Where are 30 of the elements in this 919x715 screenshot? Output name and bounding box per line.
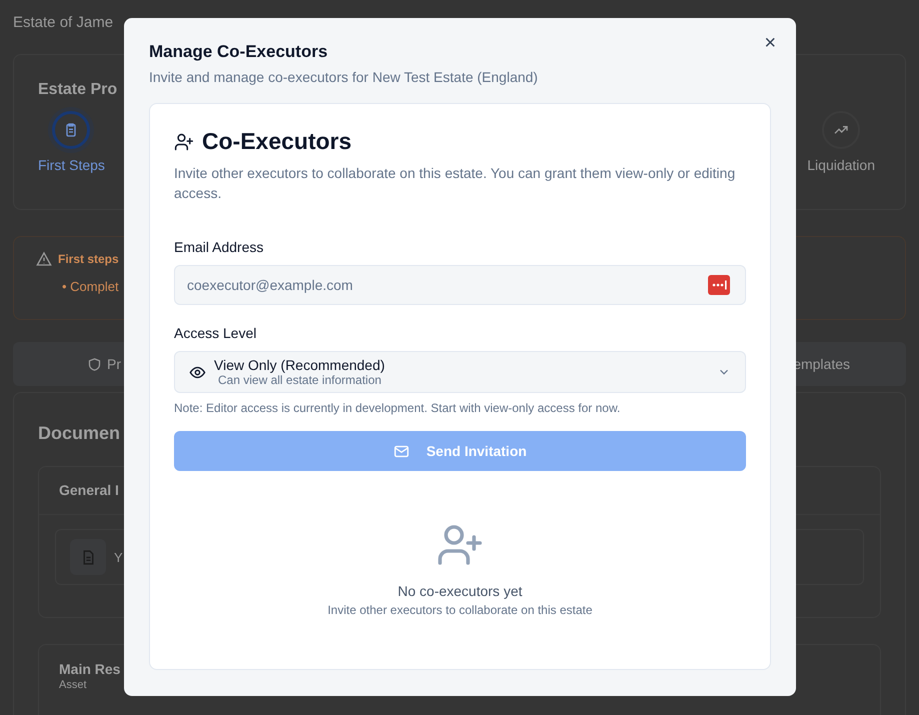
password-dots-icon[interactable]	[708, 275, 730, 295]
document-name: Y	[114, 550, 123, 564]
card-description: Invite other executors to collaborate on this estate. You can grant them view-only or editing access.	[174, 164, 736, 203]
field-label: Email Address	[174, 239, 264, 255]
group-title: Main Res	[59, 661, 120, 677]
card-title: Estate Pro	[38, 81, 118, 99]
dialog-title: Manage Co-Executors	[149, 42, 329, 62]
access-select[interactable]: View Only (Recommended) Can view all estate information	[174, 351, 746, 393]
tab[interactable]: Pr	[87, 356, 121, 372]
field-label: Access Level	[174, 325, 258, 341]
email-field[interactable]: coexecutor@example.com	[174, 265, 746, 305]
user-plus-icon	[174, 132, 194, 152]
note-text: Note: Editor access is currently in development. Start with view-only access for now.	[174, 401, 622, 415]
step-marker[interactable]	[822, 111, 860, 149]
document-icon	[70, 539, 106, 575]
dialog-subtitle: Invite and manage co-executors for New Test Estate (England)	[149, 69, 539, 85]
empty-text: Invite other executors to collaborate on this estate	[328, 603, 592, 617]
card-title: Documen	[38, 423, 120, 444]
group-title: General I	[59, 482, 119, 498]
shield-icon	[87, 356, 102, 372]
step-label: Liquidation	[807, 157, 875, 173]
close-button[interactable]: ×	[760, 32, 780, 54]
alert-item: • Complet	[62, 279, 119, 294]
group-subtitle: Asset	[59, 679, 87, 691]
card-title: Co-Executors	[202, 128, 352, 155]
page-title: Estate of Jame	[13, 14, 114, 33]
step-label: First Steps	[38, 157, 105, 173]
warning-icon	[36, 251, 52, 267]
alert-title: First steps	[58, 252, 119, 266]
empty-title: No co-executors yet	[398, 583, 522, 599]
